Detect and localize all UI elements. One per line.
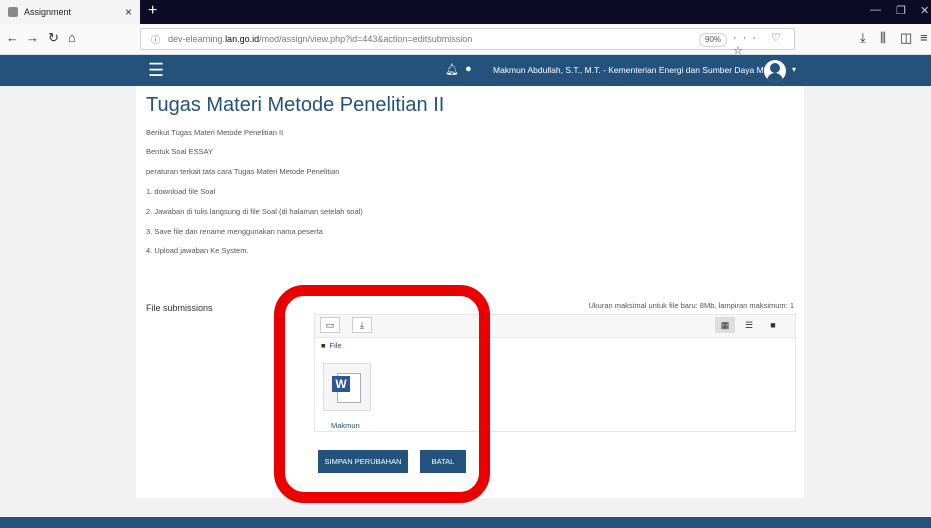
max-size-note: Ukuran maksimal untuk file baru: 8Mb, la… xyxy=(588,301,795,310)
browser-tab-bar: Assignment × + — ❐ ✕ xyxy=(0,0,931,24)
sidebar-icon[interactable]: ◫ xyxy=(900,30,912,46)
site-info-icon[interactable]: ⓘ xyxy=(151,33,160,46)
url-domain: lan.go.id xyxy=(225,34,260,44)
instruction-1: 1. download file Soal xyxy=(146,187,216,196)
new-tab-button[interactable]: + xyxy=(148,2,157,20)
minimize-window-icon[interactable]: — xyxy=(870,4,881,16)
site-navbar: ☰ 🔔︎ ● Makmun Abdullah, S.T., M.T. - Kem… xyxy=(0,55,931,86)
nav-drawer-toggle-icon[interactable]: ☰ xyxy=(148,60,164,81)
url-bar[interactable]: ⓘ dev-elearning. lan.go.id/mod/assign/vie… xyxy=(140,28,795,57)
user-name[interactable]: Makmun Abdullah, S.T., M.T. - Kementeria… xyxy=(493,65,785,75)
url-path: /mod/assign/view.php?id=443&action=edits… xyxy=(259,34,473,44)
page-actions[interactable]: ··· ♡ ☆ xyxy=(733,31,794,57)
notification-bell-icon[interactable]: 🔔︎ xyxy=(445,63,459,76)
user-menu-caret-icon[interactable]: ▾ xyxy=(792,65,796,74)
page-footer xyxy=(0,517,931,528)
reload-icon[interactable]: ↻ xyxy=(48,30,59,46)
url-prefix: dev-elearning. xyxy=(168,34,226,44)
user-avatar-icon[interactable] xyxy=(764,60,786,82)
intro-line-2: Bentuk Soal ESSAY xyxy=(146,147,213,156)
instruction-2: 2. Jawaban di tulis langsung di file Soa… xyxy=(146,207,363,216)
file-submissions-label: File submissions xyxy=(146,303,213,313)
forward-icon[interactable]: → xyxy=(26,30,39,45)
view-list-icon[interactable]: ☰ xyxy=(739,317,759,333)
back-icon[interactable]: ← xyxy=(6,30,19,45)
intro-line-3: peraturan terkait tata cara Tugas Materi… xyxy=(146,167,340,176)
home-icon[interactable]: ⌂ xyxy=(68,30,76,45)
close-window-icon[interactable]: ✕ xyxy=(920,4,929,17)
browser-nav-bar: ← → ↻ ⌂ ⓘ dev-elearning. lan.go.id/mod/as… xyxy=(0,24,931,57)
view-icons-icon[interactable]: ▦ xyxy=(715,317,735,333)
library-icon[interactable]: ⫼ xyxy=(880,30,886,46)
highlight-annotation xyxy=(274,285,490,503)
tab-title: Assignment xyxy=(24,7,72,17)
browser-tab-assignment[interactable]: Assignment × xyxy=(0,0,140,24)
messages-icon[interactable]: ● xyxy=(465,63,472,75)
instruction-3: 3. Save file dan rename menggunakan nama… xyxy=(146,227,323,236)
intro-line-1: Berikut Tugas Materi Metode Penelitian I… xyxy=(146,128,284,137)
instruction-4: 4. Upload jawaban Ke System. xyxy=(146,246,249,255)
tab-favicon-icon xyxy=(8,7,18,17)
downloads-icon[interactable]: ⤓ xyxy=(860,30,866,46)
tab-close-icon[interactable]: × xyxy=(125,5,132,19)
zoom-level[interactable]: 90% xyxy=(699,33,728,47)
menu-icon[interactable]: ≡ xyxy=(920,30,928,45)
view-tree-icon[interactable]: ■ xyxy=(763,317,783,333)
page-title: Tugas Materi Metode Penelitian II xyxy=(146,94,445,116)
restore-window-icon[interactable]: ❐ xyxy=(896,4,906,17)
